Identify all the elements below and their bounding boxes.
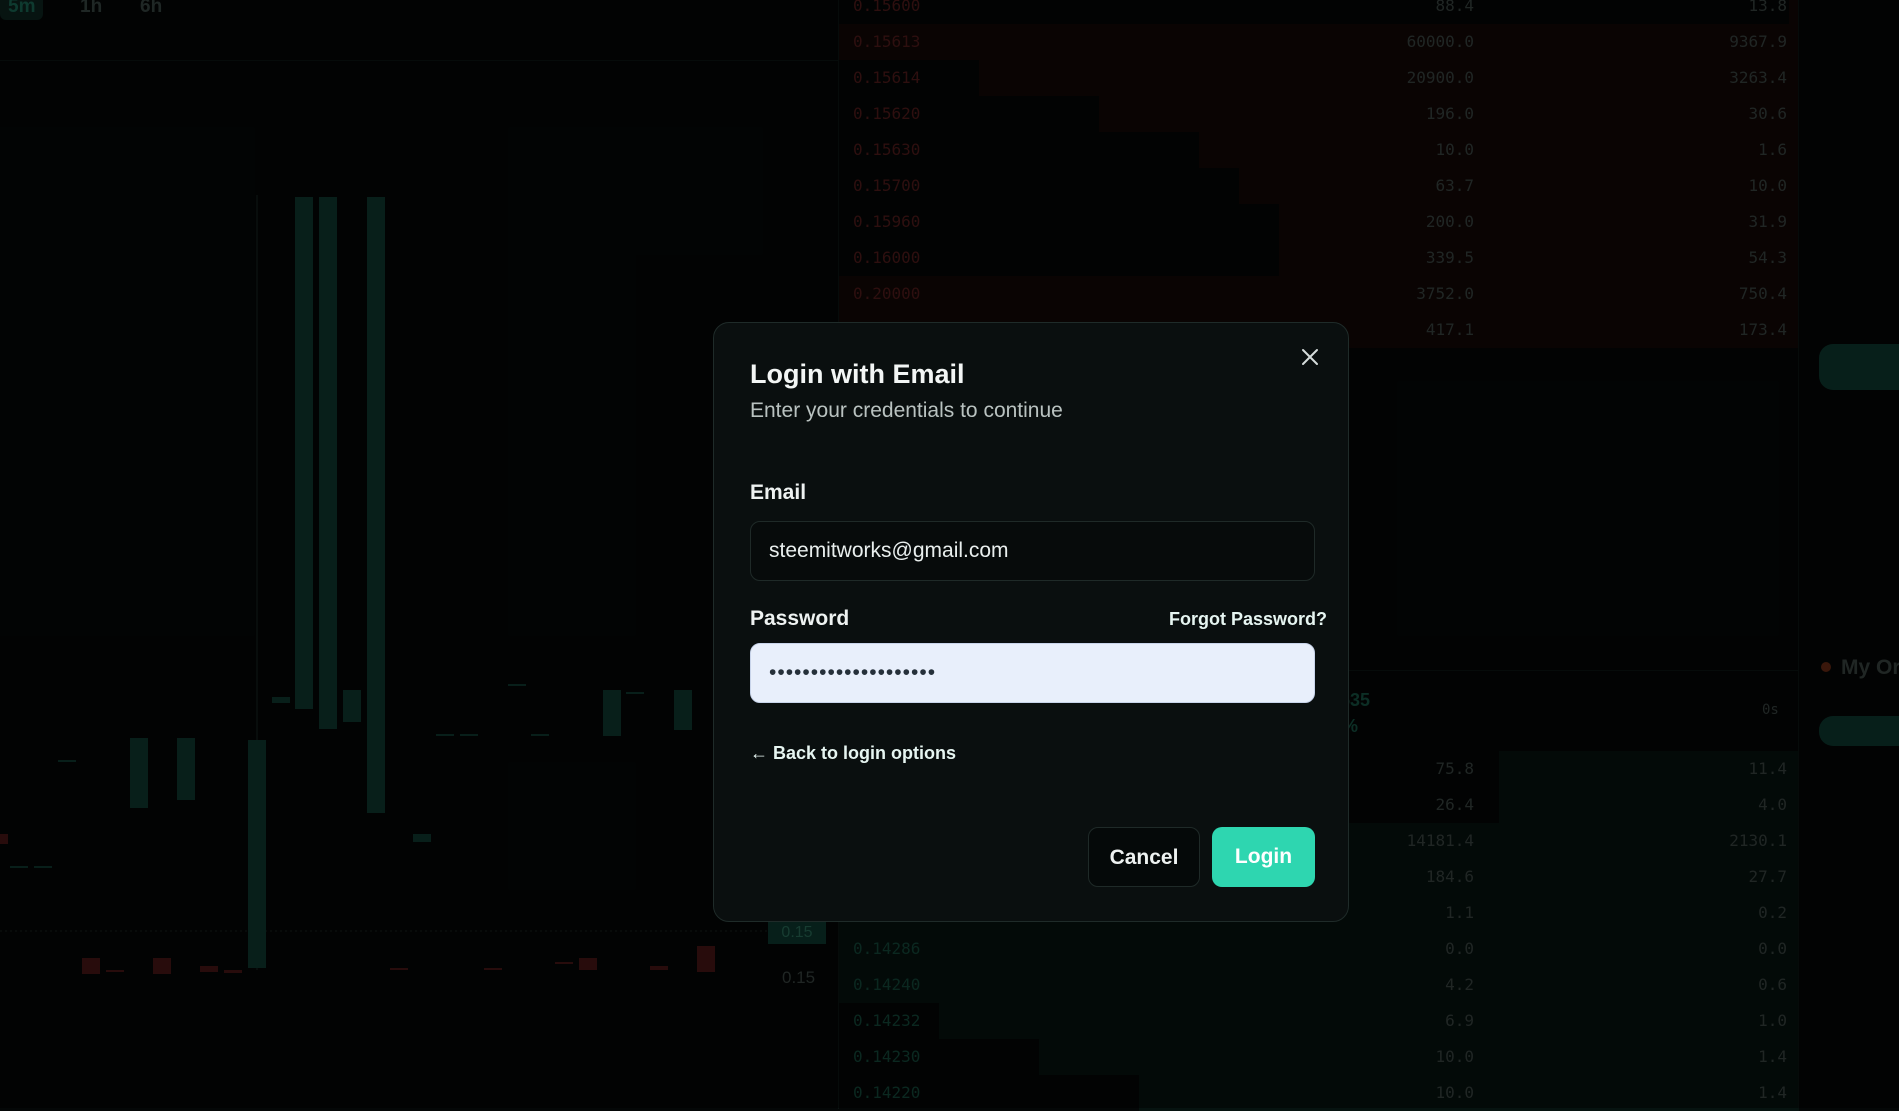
login-modal: Login with Email Enter your credentials … xyxy=(713,322,1349,922)
back-to-login-options-link[interactable]: ← Back to login options xyxy=(750,743,956,764)
email-field[interactable]: steemitworks@gmail.com xyxy=(750,521,1315,581)
login-button[interactable]: Login xyxy=(1212,827,1315,887)
modal-title: Login with Email xyxy=(750,359,965,389)
password-field[interactable]: •••••••••••••••••••• xyxy=(750,643,1315,703)
forgot-password-link[interactable]: Forgot Password? xyxy=(1169,609,1327,630)
password-label: Password xyxy=(750,607,850,630)
close-icon xyxy=(1302,349,1318,365)
email-label: Email xyxy=(750,481,807,504)
cancel-button[interactable]: Cancel xyxy=(1088,827,1200,887)
close-icon[interactable] xyxy=(1294,343,1326,375)
modal-subtitle: Enter your credentials to continue xyxy=(750,399,1063,422)
